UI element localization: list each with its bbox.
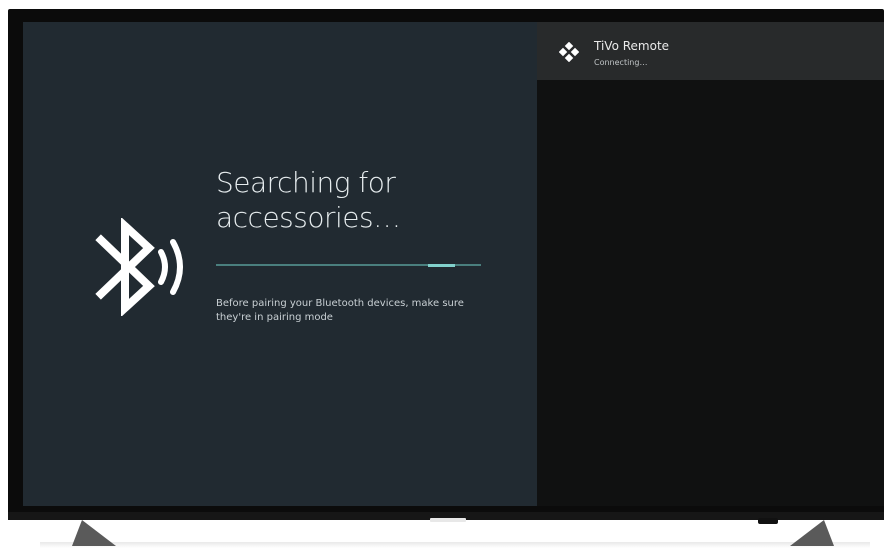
tv-screen: Searching for accessories… Before pairin… xyxy=(23,22,884,506)
device-status: Connecting… xyxy=(594,58,648,67)
tv-brand-logo xyxy=(430,518,466,522)
pairing-panel: Searching for accessories… Before pairin… xyxy=(23,22,537,506)
tv-stand-left xyxy=(72,520,116,546)
tv-stand-right xyxy=(790,520,834,546)
device-list-panel: TiVo Remote Connecting… xyxy=(537,22,884,506)
page-title: Searching for accessories… xyxy=(216,166,401,234)
stand-shadow xyxy=(40,542,870,548)
device-list-item[interactable]: TiVo Remote Connecting… xyxy=(537,22,884,80)
pairing-hint-text: Before pairing your Bluetooth devices, m… xyxy=(216,298,464,323)
tv-power-button xyxy=(758,518,778,524)
bluetooth-searching-icon xyxy=(95,218,183,316)
progress-indicator xyxy=(428,264,455,267)
gamepad-icon xyxy=(559,42,579,62)
search-progress-bar xyxy=(216,264,481,267)
device-name: TiVo Remote xyxy=(594,39,670,53)
